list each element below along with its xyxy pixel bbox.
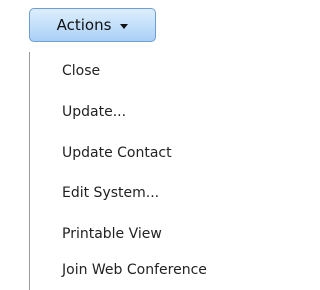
menu-item-edit-system[interactable]: Edit System... [62, 183, 159, 203]
menu-item-update[interactable]: Update... [62, 102, 126, 122]
menu-item-update-contact[interactable]: Update Contact [62, 143, 172, 163]
menu-item-close[interactable]: Close [62, 61, 100, 81]
menu-item-join-web-conference[interactable]: Join Web Conference [62, 260, 207, 280]
caret-down-icon [120, 23, 129, 29]
menu-item-printable-view[interactable]: Printable View [62, 224, 162, 244]
actions-dropdown-button[interactable]: Actions [29, 8, 156, 42]
actions-menu: Close Update... Update Contact Edit Syst… [29, 52, 292, 290]
actions-button-label: Actions [56, 16, 112, 34]
